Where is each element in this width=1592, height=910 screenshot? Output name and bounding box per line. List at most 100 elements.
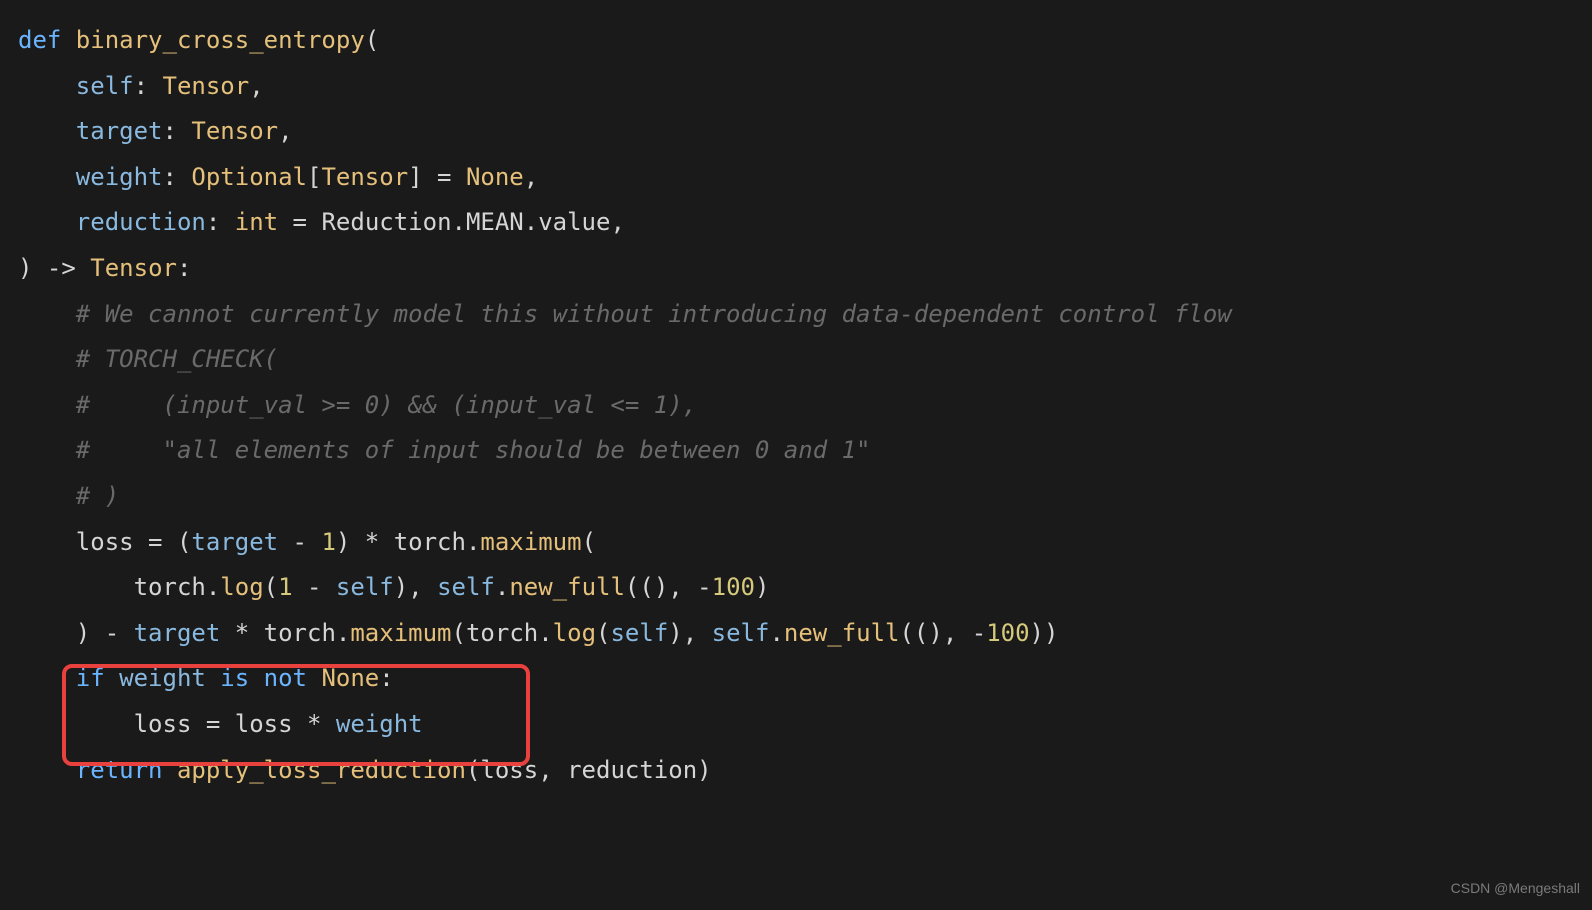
bracket-open: [: [307, 163, 321, 191]
paren-open: (: [466, 756, 480, 784]
type-tensor: Tensor: [191, 117, 278, 145]
new-full-fn: new_full: [509, 573, 625, 601]
code-line-6: ) -> Tensor:: [18, 246, 1592, 292]
new-full-fn: new_full: [784, 619, 900, 647]
close-comma: ),: [394, 573, 437, 601]
colon: :: [163, 117, 192, 145]
loss-var: loss: [76, 528, 134, 556]
torch-module: torch: [134, 573, 206, 601]
self-ref: self: [336, 573, 394, 601]
code-line-9: # (input_val >= 0) && (input_val <= 1),: [18, 383, 1592, 429]
eq: =: [191, 710, 234, 738]
self-ref: self: [437, 573, 495, 601]
indent: [18, 619, 76, 647]
comment: # ): [76, 482, 119, 510]
indent: [18, 528, 76, 556]
indent: [18, 573, 134, 601]
code-line-15: if weight is not None:: [18, 656, 1592, 702]
colon: :: [177, 254, 191, 282]
indent: [18, 345, 76, 373]
comment: # "all elements of input should be betwe…: [76, 436, 871, 464]
code-line-3: target: Tensor,: [18, 109, 1592, 155]
apply-loss-reduction-fn: apply_loss_reduction: [177, 756, 466, 784]
maximum-fn: maximum: [350, 619, 451, 647]
comma: ,: [524, 163, 538, 191]
paren-close: ): [18, 254, 47, 282]
loss-var: loss: [134, 710, 192, 738]
neg: -: [697, 573, 711, 601]
colon: :: [379, 664, 393, 692]
param-reduction: reduction: [76, 208, 206, 236]
indent: [18, 72, 76, 100]
paren-open: ((),: [899, 619, 971, 647]
is-not-keyword: is not: [206, 664, 322, 692]
indent: [18, 664, 76, 692]
number-hundred: 100: [712, 573, 755, 601]
close-mult: ) *: [336, 528, 394, 556]
neg: -: [972, 619, 986, 647]
comma: ,: [538, 756, 567, 784]
colon: :: [163, 163, 192, 191]
param-target: target: [76, 117, 163, 145]
paren-open: (: [264, 573, 278, 601]
code-line-10: # "all elements of input should be betwe…: [18, 428, 1592, 474]
minus: -: [278, 528, 321, 556]
param-self: self: [76, 72, 134, 100]
code-line-8: # TORCH_CHECK(: [18, 337, 1592, 383]
log-fn: log: [553, 619, 596, 647]
comma: ,: [278, 117, 292, 145]
function-name: binary_cross_entropy: [76, 26, 365, 54]
indent: [18, 163, 76, 191]
torch-module: torch: [264, 619, 336, 647]
comma: ,: [249, 72, 263, 100]
paren-open: (: [365, 26, 379, 54]
def-keyword: def: [18, 26, 76, 54]
type-tensor: Tensor: [163, 72, 250, 100]
none-literal: None: [466, 163, 524, 191]
indent: [18, 436, 76, 464]
code-line-5: reduction: int = Reduction.MEAN.value,: [18, 200, 1592, 246]
code-line-2: self: Tensor,: [18, 64, 1592, 110]
paren-close: ): [697, 756, 711, 784]
bracket-eq: ] =: [408, 163, 466, 191]
comma: ,: [610, 208, 624, 236]
self-ref: self: [610, 619, 668, 647]
dot: .: [206, 573, 220, 601]
if-keyword: if: [76, 664, 119, 692]
type-int: int: [235, 208, 278, 236]
mult: *: [293, 710, 336, 738]
number-hundred: 100: [986, 619, 1029, 647]
param-weight: weight: [76, 163, 163, 191]
loss-arg: loss: [480, 756, 538, 784]
target-ref: target: [134, 619, 221, 647]
dot: .: [336, 619, 350, 647]
torch-module: torch: [394, 528, 466, 556]
torch-module: torch: [466, 619, 538, 647]
return-type: Tensor: [90, 254, 177, 282]
dot: .: [538, 619, 552, 647]
indent: [18, 117, 76, 145]
return-keyword: return: [76, 756, 177, 784]
target-ref: target: [191, 528, 278, 556]
paren-close: )): [1030, 619, 1059, 647]
maximum-fn: maximum: [480, 528, 581, 556]
comment: # (input_val >= 0) && (input_val <= 1),: [76, 391, 697, 419]
number-one: 1: [278, 573, 292, 601]
minus: -: [293, 573, 336, 601]
dot: .: [466, 528, 480, 556]
loss-var: loss: [235, 710, 293, 738]
paren-open: (: [596, 619, 610, 647]
indent: [18, 208, 76, 236]
self-ref: self: [712, 619, 770, 647]
reduction-mean-value: Reduction.MEAN.value: [321, 208, 610, 236]
eq-paren: = (: [134, 528, 192, 556]
indent: [18, 710, 134, 738]
number-one: 1: [321, 528, 335, 556]
weight-ref: weight: [119, 664, 206, 692]
paren-open: (: [452, 619, 466, 647]
none-literal: None: [321, 664, 379, 692]
code-line-13: torch.log(1 - self), self.new_full((), -…: [18, 565, 1592, 611]
code-line-7: # We cannot currently model this without…: [18, 292, 1592, 338]
comment: # TORCH_CHECK(: [76, 345, 278, 373]
code-line-11: # ): [18, 474, 1592, 520]
